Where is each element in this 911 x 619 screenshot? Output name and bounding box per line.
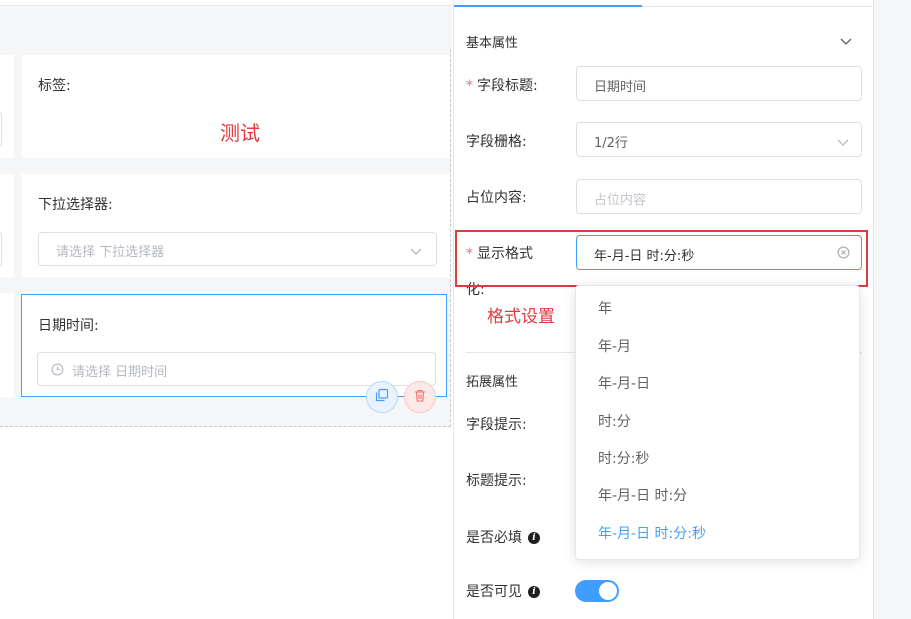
left-column-cell[interactable] — [0, 174, 14, 277]
dropdown-option[interactable]: 年-月-日 时:分 — [576, 479, 859, 513]
dropdown-option[interactable]: 时:分 — [576, 405, 859, 439]
label-widget-title: 标签: — [38, 78, 71, 94]
left-column-input-stub[interactable] — [0, 231, 2, 267]
title-tip-label: 标题提示: — [466, 473, 527, 489]
dropdown-option[interactable]: 年-月 — [576, 330, 859, 364]
info-icon[interactable]: i — [528, 532, 540, 544]
dropdown-option[interactable]: 年 — [576, 292, 859, 326]
copy-icon — [375, 388, 389, 406]
format-dropdown: 年 年-月 年-月-日 时:分 时:分:秒 年-月-日 时:分 年-月-日 时:… — [575, 285, 860, 560]
form-canvas: 标签: 测试 下拉选择器: 请选择 下拉选择器 日期时间: 请选择 日期时间 — [0, 0, 452, 619]
chevron-down-icon — [410, 244, 422, 260]
clock-icon — [51, 363, 64, 380]
panel-active-tab-indicator[interactable] — [454, 5, 642, 7]
info-icon[interactable]: i — [528, 586, 540, 598]
placeholder-input[interactable]: 占位内容 — [576, 179, 862, 214]
field-title-input[interactable]: 日期时间 — [576, 66, 862, 101]
dropdown-option[interactable]: 年-月-日 — [576, 367, 859, 401]
field-grid-label: 字段栅格: — [466, 134, 527, 150]
field-tip-label: 字段提示: — [466, 417, 527, 433]
dropdown-option-selected[interactable]: 年-月-日 时:分:秒 — [576, 517, 859, 551]
datetime-widget-title: 日期时间: — [38, 318, 99, 334]
required-star: * — [466, 78, 473, 94]
label-widget-text: 测试 — [220, 121, 260, 145]
form-item-select-widget[interactable]: 下拉选择器: 请选择 下拉选择器 — [22, 174, 450, 277]
placeholder-label: 占位内容: — [466, 190, 527, 206]
visible-toggle[interactable] — [575, 580, 619, 602]
select-widget-title: 下拉选择器: — [38, 197, 113, 213]
datetime-widget-placeholder: 请选择 日期时间 — [72, 365, 168, 380]
dropdown-option[interactable]: 时:分:秒 — [576, 442, 859, 476]
form-item-label-widget[interactable]: 标签: 测试 — [22, 55, 450, 158]
copy-widget-button[interactable] — [366, 381, 398, 413]
field-title-label: * 字段标题: — [466, 78, 538, 94]
select-widget-placeholder: 请选择 下拉选择器 — [56, 245, 165, 260]
field-grid-select[interactable]: 1/2行 — [576, 122, 862, 157]
canvas-header-strip — [0, 6, 452, 49]
trash-icon — [414, 389, 426, 406]
section-basic-properties[interactable]: 基本属性 — [466, 32, 518, 51]
chevron-down-icon[interactable] — [840, 34, 852, 50]
field-grid-value: 1/2行 — [594, 136, 628, 151]
panel-scroll-gutter — [873, 0, 911, 619]
delete-widget-button[interactable] — [404, 381, 436, 413]
visible-label: 是否可见 i — [466, 581, 540, 601]
select-widget-input[interactable]: 请选择 下拉选择器 — [38, 232, 437, 266]
field-title-value: 日期时间 — [594, 80, 647, 95]
left-column-cell[interactable] — [0, 55, 14, 158]
left-column-cell[interactable] — [0, 293, 14, 397]
section-extended-properties[interactable]: 拓展属性 — [466, 371, 518, 390]
format-highlight-box — [455, 230, 868, 287]
required-label: 是否必填 i — [466, 527, 540, 547]
placeholder-input-hint: 占位内容 — [594, 193, 647, 208]
chevron-down-icon — [837, 135, 849, 151]
toggle-knob — [599, 582, 617, 600]
format-annotation-text: 格式设置 — [487, 307, 555, 327]
left-column-input-stub[interactable] — [0, 111, 2, 147]
